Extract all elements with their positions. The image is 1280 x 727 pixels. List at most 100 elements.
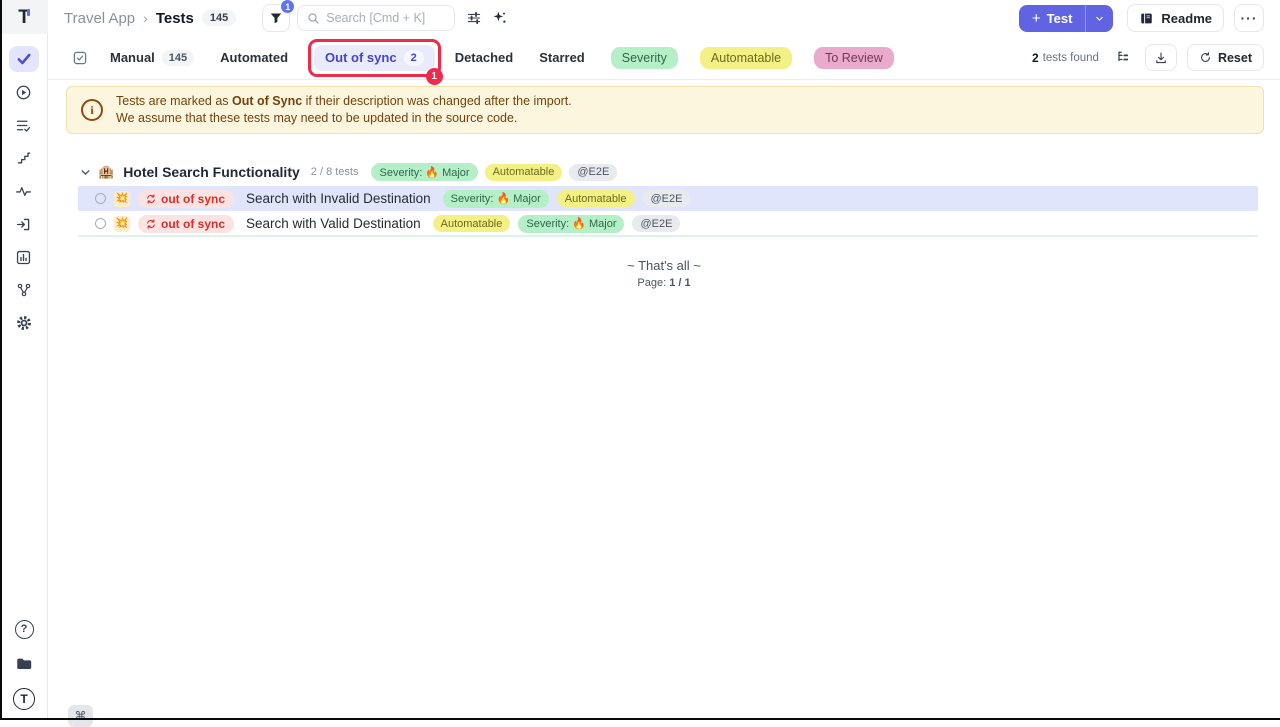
out-of-sync-label: out of sync <box>161 217 225 231</box>
reset-filters-button[interactable]: Reset <box>1187 44 1264 71</box>
filter-tabs-row: Manual 145 Automated Out of sync 2 1 Det… <box>48 36 1280 80</box>
filter-pill-to-review[interactable]: To Review <box>814 47 894 69</box>
test-title[interactable]: Search with Valid Destination <box>246 216 421 231</box>
tab-out-of-sync[interactable]: Out of sync 2 1 <box>314 45 435 71</box>
bulk-select-button[interactable] <box>72 50 88 66</box>
banner-line1-bold: Out of Sync <box>232 94 302 108</box>
tab-starred[interactable]: Starred <box>539 50 585 65</box>
stairs-icon <box>16 150 32 166</box>
out-of-sync-badge: out of sync <box>138 215 234 233</box>
book-icon <box>1139 11 1154 26</box>
test-row[interactable]: 💥 out of sync Search with Valid Destinat… <box>78 212 1258 237</box>
sidebar-item-analytics[interactable] <box>9 244 39 270</box>
test-tag[interactable]: Automatable <box>433 215 511 232</box>
new-test-button[interactable]: + Test <box>1019 5 1086 32</box>
suite-title[interactable]: Hotel Search Functionality <box>123 164 300 180</box>
new-test-label: Test <box>1047 11 1073 26</box>
breadcrumb-separator: › <box>143 10 148 26</box>
out-of-sync-badge: out of sync <box>138 190 234 208</box>
tests-count-badge: 145 <box>202 10 236 26</box>
collapse-chevron-icon[interactable] <box>80 167 91 178</box>
page-title: Tests <box>156 10 194 27</box>
suite-tag-automatable[interactable]: Automatable <box>485 164 563 181</box>
readme-button[interactable]: Readme <box>1127 4 1224 32</box>
select-check-icon <box>72 50 88 66</box>
test-tag[interactable]: Severity: 🔥 Major <box>443 190 549 208</box>
suite-tag-e2e[interactable]: @E2E <box>569 164 617 181</box>
breadcrumb-project[interactable]: Travel App <box>64 10 135 27</box>
banner-line2: We assume that these tests may need to b… <box>116 110 572 127</box>
sidebar-item-docs[interactable] <box>9 651 39 677</box>
search-box[interactable] <box>297 5 455 31</box>
banner-line1-post: if their description was changed after t… <box>302 94 572 108</box>
tree-view-button[interactable] <box>1111 45 1137 71</box>
sync-icon <box>145 193 157 205</box>
results-count-value: 2 <box>1032 51 1039 65</box>
funnel-icon <box>269 11 283 25</box>
sidebar-item-runs[interactable] <box>9 79 39 105</box>
test-row[interactable]: 💥 out of sync Search with Invalid Destin… <box>78 186 1258 211</box>
sidebar-nav <box>0 34 47 336</box>
sidebar-item-brand[interactable]: T <box>9 686 39 712</box>
search-input[interactable] <box>326 11 446 25</box>
row-select-radio[interactable] <box>95 218 106 229</box>
command-key-icon: ⌘ <box>75 709 87 723</box>
import-icon <box>15 216 32 233</box>
question-icon: ? <box>15 620 34 639</box>
top-header: Travel App › Tests 145 1 + Test Readme ·… <box>48 0 1280 36</box>
refresh-icon <box>1199 51 1212 64</box>
test-tag[interactable]: Severity: 🔥 Major <box>518 215 624 233</box>
tab-starred-label: Starred <box>539 50 585 65</box>
ai-assist-button[interactable] <box>487 5 513 31</box>
page-value: 1 / 1 <box>669 277 690 289</box>
sidebar-item-settings[interactable] <box>9 310 39 336</box>
view-settings-button[interactable] <box>461 5 487 31</box>
filter-button[interactable]: 1 <box>262 4 290 32</box>
tab-manual-badge: 145 <box>162 50 194 66</box>
plus-icon: + <box>1032 10 1041 27</box>
download-icon <box>1154 51 1168 65</box>
sidebar-item-tests[interactable] <box>9 46 39 72</box>
list-check-icon <box>15 117 32 134</box>
new-test-split-button: + Test <box>1019 5 1114 32</box>
reset-label: Reset <box>1218 51 1252 65</box>
sparkles-icon <box>492 10 508 26</box>
tab-detached[interactable]: Detached <box>455 50 514 65</box>
sidebar-item-help[interactable]: ? <box>9 616 39 642</box>
keyboard-shortcuts-button[interactable]: ⌘ <box>68 705 93 727</box>
results-count-label: tests found <box>1043 52 1099 64</box>
more-actions-button[interactable]: ··· <box>1234 4 1264 32</box>
test-tag[interactable]: @E2E <box>643 190 691 207</box>
tab-manual[interactable]: Manual 145 <box>110 50 194 66</box>
hotel-icon: 🏨 <box>98 164 114 180</box>
sidebar-item-steps[interactable] <box>9 145 39 171</box>
banner-line1-pre: Tests are marked as <box>116 94 232 108</box>
activity-icon <box>15 183 32 200</box>
readme-label: Readme <box>1161 11 1212 26</box>
sidebar: T ? <box>0 0 48 720</box>
row-select-radio[interactable] <box>95 193 106 204</box>
sync-icon <box>145 218 157 230</box>
sidebar-item-pulse[interactable] <box>9 178 39 204</box>
results-count: 2 tests found <box>1032 51 1099 65</box>
suite-tag-severity[interactable]: Severity: 🔥 Major <box>371 163 477 181</box>
test-tag[interactable]: Automatable <box>557 190 635 207</box>
gear-icon <box>15 314 33 332</box>
filter-pill-automatable[interactable]: Automatable <box>700 47 792 69</box>
filter-pill-severity[interactable]: Severity <box>611 47 678 69</box>
automated-status-icon: 💥 <box>114 191 130 207</box>
ellipsis-icon: ··· <box>1241 10 1258 26</box>
tab-automated[interactable]: Automated <box>220 50 288 65</box>
search-icon <box>307 12 320 25</box>
sidebar-item-import[interactable] <box>9 211 39 237</box>
check-icon <box>16 51 32 67</box>
sidebar-item-branches[interactable] <box>9 277 39 303</box>
export-button[interactable] <box>1145 44 1177 71</box>
app-logo[interactable]: T <box>0 0 48 34</box>
test-title[interactable]: Search with Invalid Destination <box>246 191 431 206</box>
new-test-dropdown-button[interactable] <box>1086 5 1113 32</box>
test-tag[interactable]: @E2E <box>632 215 680 232</box>
sidebar-item-plans[interactable] <box>9 112 39 138</box>
tab-detached-label: Detached <box>455 50 514 65</box>
annotation-step-badge: 1 <box>426 68 443 85</box>
